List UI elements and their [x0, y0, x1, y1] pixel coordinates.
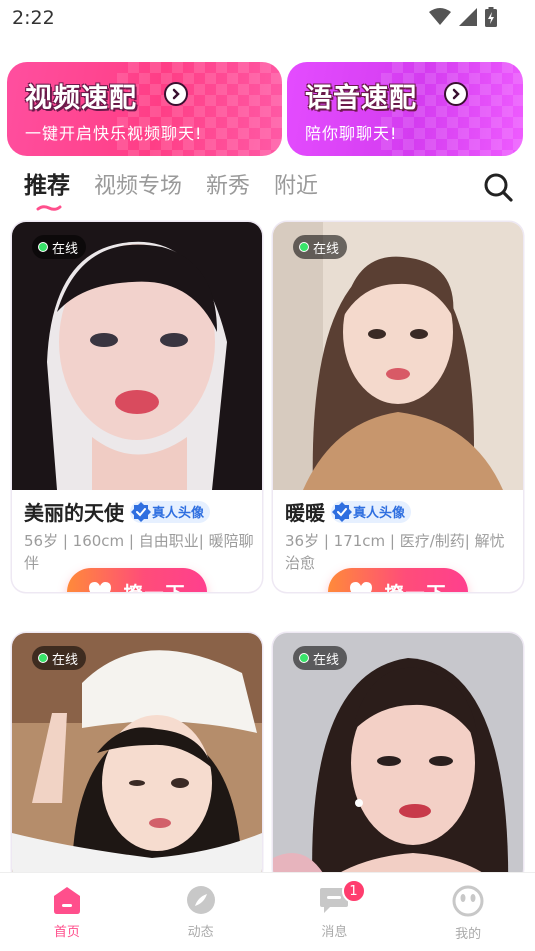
message-count-badge: 1 — [341, 879, 366, 903]
verified-badge: 真人头像 — [130, 500, 211, 523]
tab-nearby[interactable]: 附近 — [274, 168, 318, 200]
online-dot-icon — [38, 242, 48, 252]
tab-video-special[interactable]: 视频专场 — [94, 168, 182, 200]
profile-name: 美丽的天使 — [24, 501, 124, 525]
tab-recommend[interactable]: 推荐 — [24, 166, 70, 200]
verified-check-icon — [131, 501, 151, 522]
voice-match-subtitle: 陪你聊聊天! — [305, 124, 398, 143]
online-label: 在线 — [313, 652, 340, 668]
verified-check-icon — [332, 501, 352, 522]
verified-label: 真人头像 — [353, 506, 406, 521]
profile-card[interactable]: 在线 暖暖 真人头像 36岁 | 171cm | 医疗/制药| 解忧治愈 撩一下 — [273, 222, 523, 592]
battery-icon — [485, 7, 497, 27]
flirt-label: 撩一下 — [384, 579, 447, 593]
online-badge: 在线 — [293, 235, 348, 259]
profile-photo — [273, 222, 523, 490]
nav-moments[interactable]: 动态 — [134, 873, 268, 951]
flirt-label: 撩一下 — [123, 579, 186, 593]
profile-card[interactable]: 在线 美丽的天使 真人头像 56岁 | 160cm | 自由职业| 暖陪聊伴 撩… — [12, 222, 262, 592]
tab-active-indicator — [36, 205, 62, 211]
online-dot-icon — [299, 242, 309, 252]
online-badge: 在线 — [32, 646, 87, 670]
nav-profile-label: 我的 — [455, 927, 482, 942]
home-icon — [53, 887, 80, 914]
video-match-banner[interactable]: 视频速配 一键开启快乐视频聊天! — [7, 62, 282, 156]
status-time: 2:22 — [12, 7, 55, 29]
status-icons — [429, 7, 497, 27]
flirt-button[interactable]: 撩一下 — [67, 568, 207, 592]
video-match-title: 视频速配 — [25, 83, 137, 114]
app-screen: 2:22 视频速配 一键开启快乐视频聊天! 语音速配 陪你聊聊天! 推荐 视频专… — [0, 0, 535, 951]
wifi-icon — [429, 8, 451, 25]
online-label: 在线 — [52, 241, 79, 257]
video-match-subtitle: 一键开启快乐视频聊天! — [25, 124, 203, 143]
signal-icon — [459, 8, 477, 26]
flirt-button[interactable]: 撩一下 — [328, 568, 468, 592]
heart-icon — [350, 582, 373, 592]
nav-home-label: 首页 — [53, 925, 80, 940]
online-label: 在线 — [313, 241, 340, 257]
profile-face-icon — [452, 885, 484, 917]
online-label: 在线 — [52, 652, 79, 668]
name-row: 暖暖 真人头像 — [285, 497, 412, 526]
online-dot-icon — [38, 653, 48, 663]
online-badge: 在线 — [32, 235, 87, 259]
profile-photo — [12, 633, 262, 883]
online-dot-icon — [299, 653, 309, 663]
verified-label: 真人头像 — [152, 506, 205, 521]
voice-match-banner[interactable]: 语音速配 陪你聊聊天! — [287, 62, 523, 156]
arrow-right-icon — [164, 82, 188, 106]
nav-home[interactable]: 首页 — [0, 873, 134, 951]
name-row: 美丽的天使 真人头像 — [24, 497, 211, 526]
nav-messages-label: 消息 — [321, 925, 348, 940]
profile-photo — [273, 633, 523, 883]
status-bar: 2:22 — [0, 0, 535, 36]
tab-newcomers[interactable]: 新秀 — [206, 168, 250, 200]
arrow-right-icon — [444, 82, 468, 106]
bottom-nav: 首页 动态 1 消息 我的 — [0, 872, 535, 951]
verified-badge: 真人头像 — [331, 500, 412, 523]
profile-card[interactable]: 在线 — [273, 633, 523, 883]
profile-card[interactable]: 在线 — [12, 633, 262, 883]
nav-profile[interactable]: 我的 — [401, 873, 535, 951]
compass-icon — [186, 886, 215, 914]
search-icon[interactable] — [483, 172, 513, 202]
category-tabs: 推荐 视频专场 新秀 附近 — [24, 166, 318, 200]
nav-moments-label: 动态 — [187, 925, 214, 940]
profile-photo — [12, 222, 262, 490]
heart-icon — [89, 582, 112, 592]
profile-name: 暖暖 — [285, 501, 325, 525]
voice-match-title: 语音速配 — [305, 83, 417, 114]
online-badge: 在线 — [293, 646, 348, 670]
nav-messages[interactable]: 1 消息 — [268, 873, 402, 951]
